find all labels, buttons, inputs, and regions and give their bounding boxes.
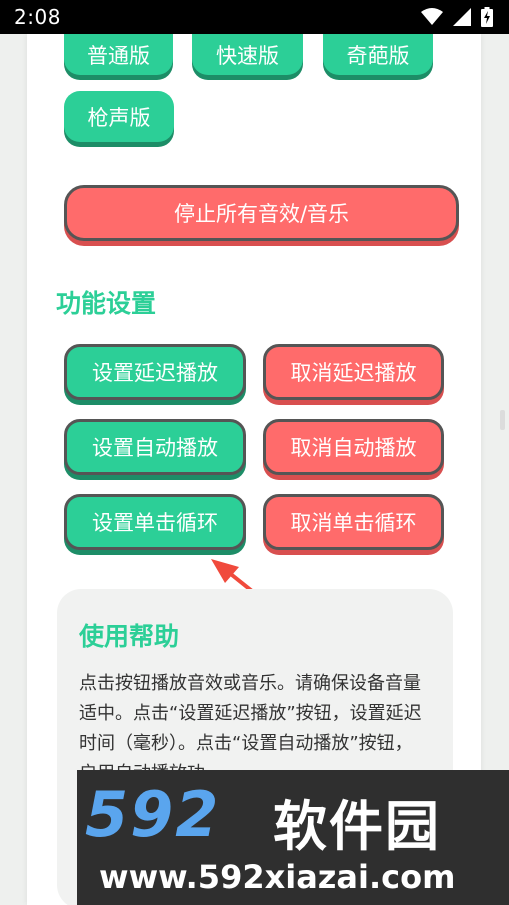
- set-delay-button[interactable]: 设置延迟播放: [64, 344, 246, 400]
- watermark-logo: 592: [85, 778, 221, 851]
- cancel-delay-button[interactable]: 取消延迟播放: [263, 344, 444, 400]
- settings-title: 功能设置: [56, 289, 157, 318]
- scrollbar-thumb[interactable]: [500, 410, 505, 430]
- wifi-icon: [421, 8, 443, 25]
- set-auto-button[interactable]: 设置自动播放: [64, 419, 246, 475]
- help-title: 使用帮助: [79, 622, 180, 651]
- watermark: 592 软件园 www.592xiazai.com: [77, 770, 509, 905]
- cancel-auto-button[interactable]: 取消自动播放: [263, 419, 444, 475]
- sound-normal-button[interactable]: 普通版: [64, 34, 173, 75]
- status-icons: [421, 7, 493, 27]
- battery-charging-icon: [481, 7, 493, 27]
- signal-icon: [453, 8, 471, 26]
- cancel-loop-button[interactable]: 取消单击循环: [263, 494, 444, 550]
- watermark-url: www.592xiazai.com: [99, 858, 456, 896]
- sound-weird-button[interactable]: 奇葩版: [323, 34, 433, 75]
- status-time: 2:08: [14, 5, 61, 29]
- sound-gunshot-button[interactable]: 枪声版: [64, 91, 174, 142]
- status-bar: 2:08: [0, 0, 509, 34]
- sound-fast-button[interactable]: 快速版: [192, 34, 303, 75]
- set-loop-button[interactable]: 设置单击循环: [64, 494, 246, 550]
- watermark-name: 软件园: [273, 795, 441, 858]
- stop-all-button[interactable]: 停止所有音效/音乐: [64, 185, 459, 241]
